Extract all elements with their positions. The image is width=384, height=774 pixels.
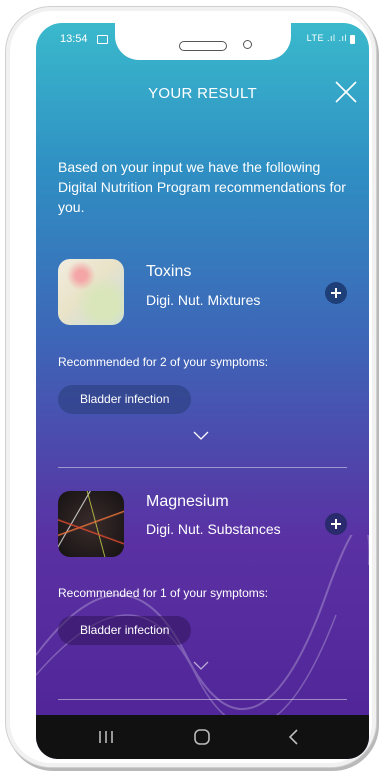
symptom-chip[interactable]: Bladder infection — [58, 385, 192, 414]
recommended-count-text: Recommended for 1 of your symptoms: — [58, 586, 269, 600]
recommendation-title[interactable]: Toxins — [146, 263, 191, 281]
status-time: 13:54 — [60, 33, 88, 45]
recents-icon[interactable] — [94, 726, 118, 748]
card-divider — [58, 699, 347, 700]
close-icon[interactable] — [333, 79, 359, 105]
phone-frame: 13:54 LTE .ıl .ıl YOUR RESULT Based on y… — [5, 6, 377, 768]
back-icon[interactable] — [282, 726, 306, 748]
chevron-down-icon[interactable] — [193, 661, 209, 671]
recommended-count-text: Recommended for 2 of your symptoms: — [58, 355, 269, 369]
symptom-chip[interactable]: Bladder infection — [58, 616, 192, 645]
chevron-down-icon[interactable] — [193, 431, 209, 441]
magnesium-thumbnail[interactable] — [58, 491, 124, 557]
home-icon[interactable] — [190, 726, 214, 748]
image-notification-icon — [97, 35, 108, 44]
intro-text: Based on your input we have the followin… — [58, 159, 346, 215]
battery-icon — [350, 35, 355, 44]
android-nav-bar — [36, 715, 369, 759]
camera-notch — [115, 23, 291, 60]
recommendation-title[interactable]: Magnesium — [146, 493, 229, 511]
recommendation-category: Digi. Nut. Mixtures — [146, 292, 261, 308]
recommendation-category: Digi. Nut. Substances — [146, 521, 281, 537]
signal-icon: LTE .ıl .ıl — [306, 33, 347, 43]
camera-icon — [243, 40, 252, 49]
speaker-icon — [179, 41, 227, 51]
plus-circle-icon[interactable] — [325, 513, 347, 535]
card-divider — [58, 467, 347, 468]
plus-circle-icon[interactable] — [325, 282, 347, 304]
recommendation-card-toxins: Toxins Digi. Nut. Mixtures Recommended f… — [36, 257, 369, 487]
page-title: YOUR RESULT — [148, 85, 257, 102]
toxins-thumbnail[interactable] — [58, 259, 124, 325]
app-screen: 13:54 LTE .ıl .ıl YOUR RESULT Based on y… — [36, 23, 369, 759]
recommendation-card-magnesium: Magnesium Digi. Nut. Substances Recommen… — [36, 489, 369, 719]
